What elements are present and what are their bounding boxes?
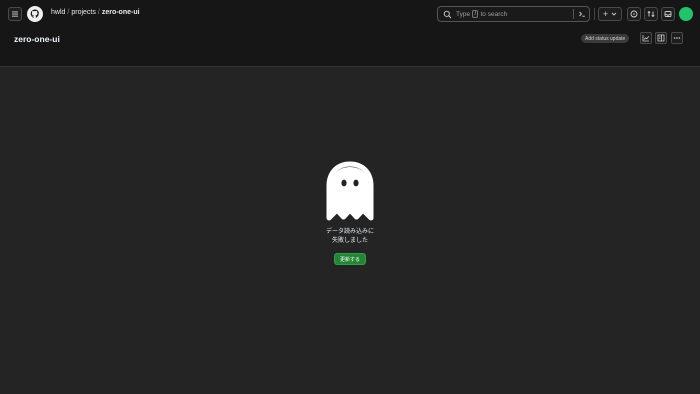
breadcrumb: hwld / projects / zero-one-ui bbox=[51, 9, 140, 16]
avatar[interactable] bbox=[679, 7, 693, 21]
add-status-update-button[interactable]: Add status update bbox=[581, 34, 630, 43]
breadcrumb-separator: / bbox=[67, 9, 70, 16]
ghost-icon bbox=[326, 161, 374, 221]
toolbar-divider bbox=[594, 8, 595, 20]
search-shortcut-key: / bbox=[472, 10, 479, 18]
create-new-button[interactable]: + bbox=[598, 7, 622, 21]
more-icon bbox=[673, 37, 681, 39]
menu-icon bbox=[12, 11, 18, 17]
github-logo bbox=[30, 9, 39, 18]
search-suffix: to search bbox=[480, 10, 508, 18]
insights-button[interactable] bbox=[640, 32, 652, 44]
terminal-icon[interactable] bbox=[578, 10, 586, 18]
page-title: zero-one-ui bbox=[14, 34, 60, 44]
menu-button[interactable] bbox=[8, 7, 22, 21]
error-empty-state: データ読み込みに 失敗しました 更新する bbox=[300, 160, 400, 265]
refresh-button[interactable]: 更新する bbox=[333, 253, 366, 265]
inbox-button[interactable] bbox=[661, 7, 675, 21]
pull-requests-button[interactable] bbox=[644, 7, 658, 21]
global-header: hwld / projects / zero-one-ui Type / to sear… bbox=[0, 0, 700, 28]
error-message: データ読み込みに 失敗しました bbox=[325, 229, 374, 244]
breadcrumb-current[interactable]: zero-one-ui bbox=[102, 9, 140, 16]
project-header: zero-one-ui Add status update bbox=[0, 28, 700, 67]
issues-button[interactable] bbox=[627, 7, 641, 21]
chart-icon bbox=[642, 35, 650, 42]
home-logo-link[interactable] bbox=[27, 6, 43, 22]
project-details-button[interactable] bbox=[655, 32, 667, 44]
pull-requests-icon bbox=[647, 10, 655, 18]
issues-icon bbox=[630, 10, 638, 18]
breadcrumb-owner[interactable]: hwld bbox=[51, 9, 65, 16]
chevron-down-icon bbox=[611, 12, 617, 16]
layout-icon bbox=[657, 34, 665, 42]
search-input[interactable]: Type / to search bbox=[437, 6, 590, 22]
breadcrumb-section[interactable]: projects bbox=[71, 9, 96, 16]
plus-icon: + bbox=[602, 9, 609, 19]
search-icon bbox=[443, 10, 452, 18]
breadcrumb-separator: / bbox=[97, 9, 100, 16]
inbox-icon bbox=[664, 11, 672, 17]
search-divider bbox=[573, 9, 574, 19]
search-prefix: Type bbox=[456, 10, 471, 18]
more-options-button[interactable] bbox=[671, 32, 683, 44]
